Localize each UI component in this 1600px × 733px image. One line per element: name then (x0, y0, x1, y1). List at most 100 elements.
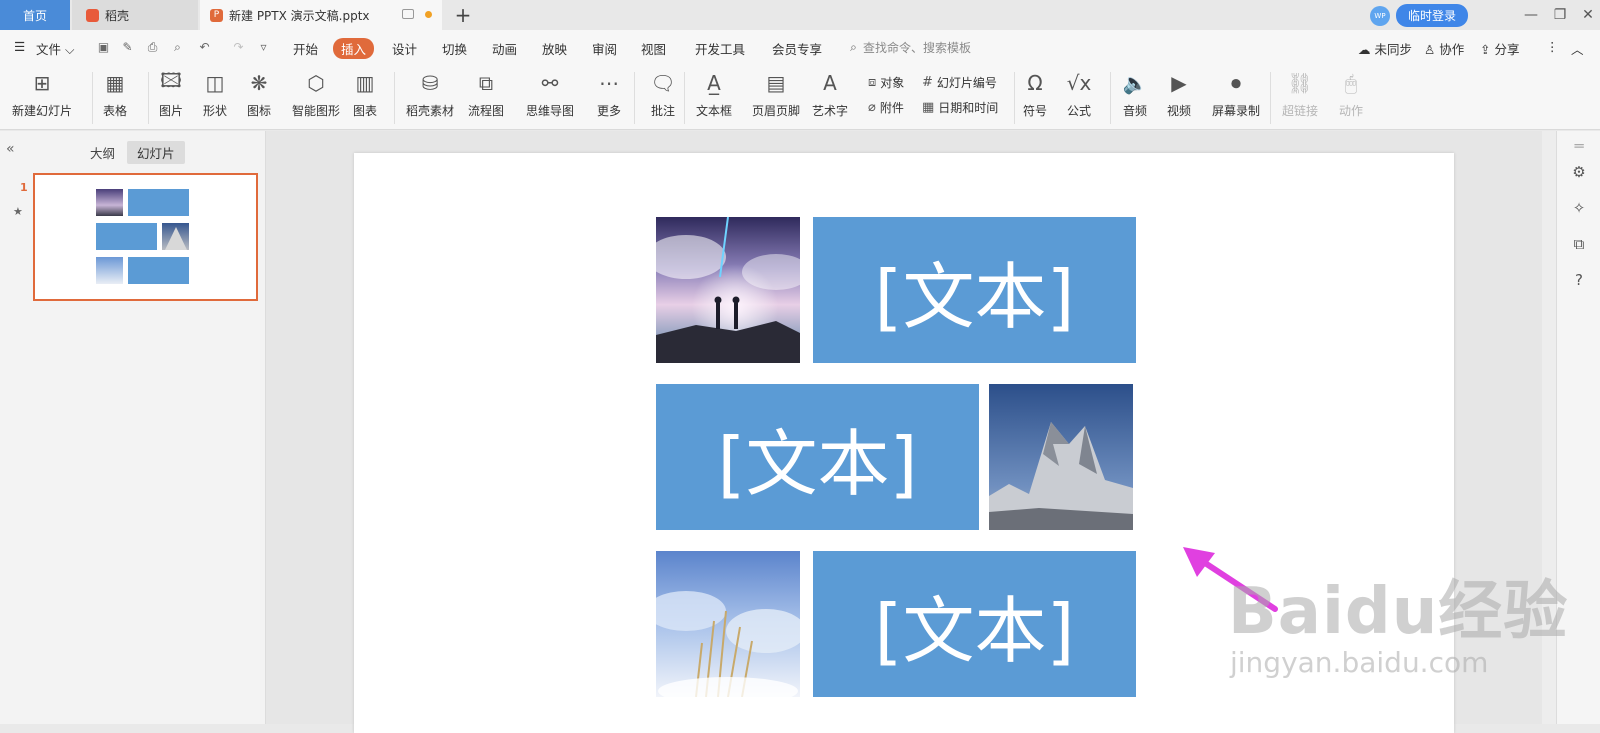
switch-icon[interactable]: ⧉ (1570, 235, 1588, 253)
slide-number: 1 (20, 181, 28, 194)
slide-canvas[interactable]: [文本] [文本] [文本] (354, 153, 1454, 733)
table-button[interactable]: ▦ 表格 (102, 70, 128, 119)
new-tab-button[interactable]: + (452, 0, 474, 30)
action-button[interactable]: 🖱 动作 (1338, 70, 1364, 119)
pin-icon[interactable]: ✧ (1570, 199, 1588, 217)
screen-record-button[interactable]: ⏺ 屏幕录制 (1212, 70, 1260, 119)
new-slide-label: 新建幻灯片 (12, 104, 73, 118)
properties-icon[interactable]: ⚙ (1570, 163, 1588, 181)
picture-anime-couple[interactable] (656, 217, 800, 363)
picture-label: 图片 (158, 104, 183, 118)
smartart-button[interactable]: ⬡ 智能图形 (292, 70, 340, 119)
customize-toolbar-icon[interactable]: ▿ (257, 41, 270, 54)
cloud-icon: ☁ (1358, 42, 1371, 57)
collapse-panel-icon[interactable]: « (6, 141, 15, 157)
text-placeholder-1[interactable]: [文本] (813, 217, 1136, 363)
menu-insert[interactable]: 插入 (333, 38, 375, 59)
tab-daoke[interactable]: 稻壳 (72, 0, 198, 30)
mindmap-button[interactable]: ⚯ 思维导图 (526, 70, 574, 119)
icon-label: 图标 (246, 104, 271, 118)
daoke-material-button[interactable]: ⛁ 稻壳素材 (406, 70, 454, 119)
symbol-button[interactable]: Ω 符号 (1022, 70, 1048, 119)
datetime-button[interactable]: ▦ 日期和时间 (922, 99, 998, 116)
chart-label: 图表 (352, 104, 377, 118)
unsaved-dot-icon (425, 11, 432, 18)
search-input[interactable]: 查找命令、搜索模板 (863, 39, 971, 56)
audio-button[interactable]: 🔈 音频 (1122, 70, 1148, 119)
menu-member[interactable]: 会员专享 (772, 39, 822, 58)
vertical-scrollbar[interactable] (1542, 131, 1556, 724)
collaborate-button[interactable]: ♙ 协作 (1424, 39, 1464, 58)
collapse-ribbon-icon[interactable]: ︿ (1571, 39, 1584, 58)
slide-number-button[interactable]: # 幻灯片编号 (922, 74, 997, 91)
slide-thumbnail[interactable] (33, 173, 258, 301)
text-placeholder-3[interactable]: [文本] (813, 551, 1136, 697)
hyperlink-button[interactable]: ⛓ 超链接 (1282, 70, 1318, 119)
text-placeholder-2[interactable]: [文本] (656, 384, 979, 530)
menu-developer[interactable]: 开发工具 (695, 39, 745, 58)
daoke-material-label: 稻壳素材 (406, 104, 455, 118)
flowchart-icon: ⧉ (478, 71, 494, 95)
share-button[interactable]: ⇪ 分享 (1480, 39, 1519, 58)
icons-icon: ❋ (250, 71, 268, 95)
minimize-button[interactable]: — (1516, 0, 1546, 30)
hamburger-icon[interactable]: ☰ (14, 39, 25, 54)
menu-slideshow[interactable]: 放映 (542, 39, 567, 58)
dock-handle-icon: ═ (1574, 137, 1584, 155)
video-icon: ▶ (1171, 71, 1187, 95)
header-footer-button[interactable]: ▤ 页眉页脚 (752, 70, 800, 119)
comment-icon: 🗨 (650, 71, 676, 95)
save-icon[interactable]: ▣ (97, 41, 110, 54)
new-slide-button[interactable]: ⊞ 新建幻灯片 (12, 70, 72, 119)
tab-slides[interactable]: 幻灯片 (127, 141, 185, 164)
restore-button[interactable]: ❐ (1545, 0, 1575, 30)
search-icon: ⌕ (850, 40, 857, 54)
menu-start[interactable]: 开始 (293, 39, 318, 58)
print-icon[interactable]: ⎙ (146, 41, 159, 54)
animation-star-icon: ★ (13, 205, 23, 218)
wordart-button[interactable]: A 艺术字 (812, 70, 848, 119)
shape-button[interactable]: ◫ 形状 (202, 70, 228, 119)
video-button[interactable]: ▶ 视频 (1166, 70, 1192, 119)
more-menu-icon[interactable]: ⋮ (1546, 39, 1559, 54)
formula-button[interactable]: √x 公式 (1066, 70, 1092, 119)
login-button[interactable]: 临时登录 (1395, 4, 1468, 27)
comment-button[interactable]: 🗨 批注 (650, 70, 676, 119)
cloud-sync-button[interactable]: ☁ 未同步 (1358, 39, 1412, 58)
menu-design[interactable]: 设计 (392, 39, 417, 58)
tab-document[interactable]: P 新建 PPTX 演示文稿.pptx (200, 0, 442, 30)
picture-snow-mountain[interactable] (989, 384, 1133, 530)
tab-outline[interactable]: 大纲 (90, 143, 115, 162)
help-icon[interactable]: ? (1570, 271, 1588, 289)
textbox-button[interactable]: A̲ 文本框 (696, 70, 732, 119)
format-painter-icon[interactable]: ✎ (121, 41, 134, 54)
object-button[interactable]: ⧈ 对象 (868, 74, 904, 91)
undo-icon[interactable]: ↶ (198, 41, 211, 54)
picture-snowy-grass[interactable] (656, 551, 800, 697)
ribbon-insert: ⊞ 新建幻灯片 ▦ 表格 🖾 图片 ◫ 形状 ❋ 图标 ⬡ 智能图形 ▥ 图表 ⛁ 稻壳素材 ⧉… (0, 66, 1600, 130)
attachment-button[interactable]: ⌀ 附件 (868, 99, 904, 116)
tab-home[interactable]: 首页 (0, 0, 70, 30)
menu-review[interactable]: 审阅 (592, 39, 617, 58)
avatar[interactable]: WP (1369, 5, 1390, 26)
object-icon: ⧈ (868, 75, 877, 90)
menu-transition[interactable]: 切换 (442, 39, 467, 58)
menu-animation[interactable]: 动画 (492, 39, 517, 58)
icon-library-button[interactable]: ❋ 图标 (246, 70, 272, 119)
menu-file[interactable]: 文件 ⌵ (36, 39, 74, 58)
flowchart-button[interactable]: ⧉ 流程图 (468, 70, 504, 119)
action-label: 动作 (1338, 104, 1363, 118)
picture-button[interactable]: 🖾 图片 (158, 68, 184, 119)
slide-thumbnail-preview (96, 189, 189, 284)
hyperlink-label: 超链接 (1282, 104, 1319, 118)
speaker-icon: 🔈 (1122, 71, 1148, 95)
screen-icon[interactable] (402, 9, 414, 19)
paperclip-icon: ⌀ (868, 100, 876, 115)
more-button[interactable]: ⋯ 更多 (596, 70, 622, 119)
print-preview-icon[interactable]: ⌕ (171, 41, 184, 54)
redo-icon[interactable]: ↷ (232, 41, 245, 54)
close-button[interactable]: ✕ (1573, 0, 1600, 30)
chart-button[interactable]: ▥ 图表 (352, 70, 378, 119)
menu-view[interactable]: 视图 (641, 39, 666, 58)
table-icon: ▦ (105, 71, 125, 95)
